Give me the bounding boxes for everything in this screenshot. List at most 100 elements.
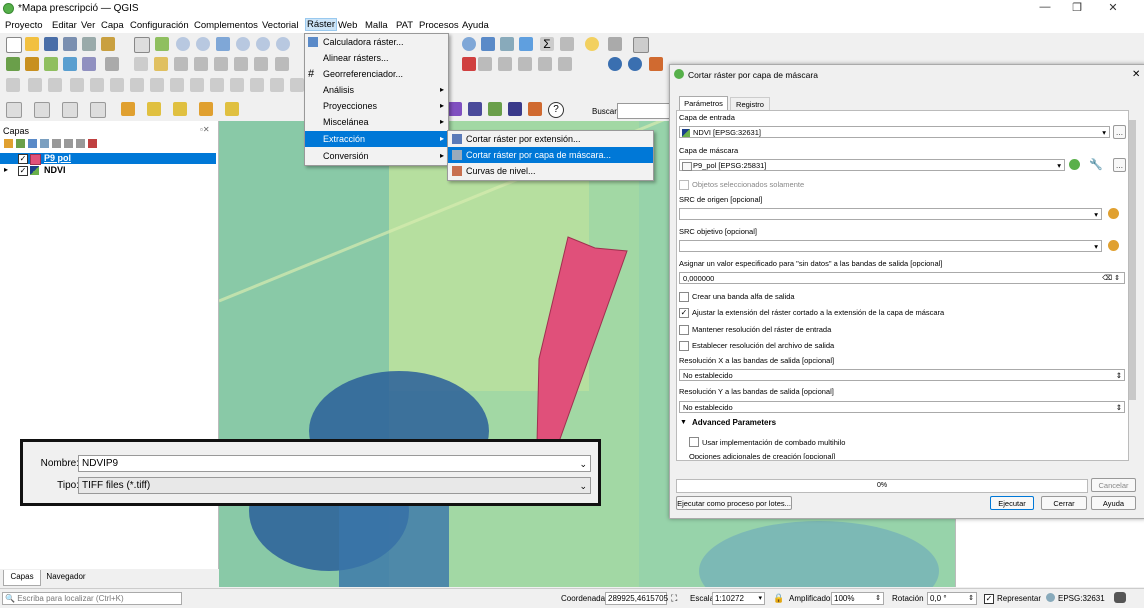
lock-icon[interactable]: 🔒 (773, 593, 784, 604)
identify-icon[interactable] (462, 37, 476, 51)
menu-ayuda[interactable]: Ayuda (462, 20, 489, 31)
new-project-icon[interactable] (6, 37, 22, 53)
search-input[interactable] (617, 103, 671, 119)
layer-visibility-checkbox[interactable]: ✓ (18, 166, 28, 176)
res-y-input[interactable]: No establecido ⇕ (679, 401, 1125, 413)
shape-digitize-icon-8[interactable] (210, 78, 224, 92)
shape-digitize-icon-10[interactable] (250, 78, 264, 92)
zoom-selection-icon[interactable] (236, 37, 250, 51)
map-tips-icon[interactable] (608, 37, 622, 51)
src-origin-select[interactable]: ▾ (679, 208, 1102, 220)
deselect-all-icon[interactable] (90, 102, 106, 118)
field-calc-icon[interactable] (500, 37, 514, 51)
layer-visibility-checkbox[interactable]: ✓ (18, 154, 28, 164)
label-tool-icon-3[interactable] (199, 102, 213, 116)
render-checkbox[interactable]: ✓ (984, 594, 994, 604)
dialog-close-icon[interactable]: ✕ (1132, 69, 1140, 80)
label-tool-icon-2[interactable] (173, 102, 187, 116)
help-icon[interactable]: ? (548, 102, 564, 118)
new-layer-icon[interactable] (25, 57, 39, 71)
help-button[interactable]: Ayuda (1091, 496, 1136, 510)
toggle-edit-icon[interactable] (154, 57, 168, 71)
zoom-layer-icon[interactable] (256, 37, 270, 51)
menu-item-analysis[interactable]: Análisis ▸ (305, 82, 448, 98)
expand-arrow-icon[interactable]: ▸ (4, 165, 8, 174)
menu-item-conversion[interactable]: Conversión ▸ (305, 148, 448, 164)
menu-ver[interactable]: Ver (81, 20, 95, 31)
delete-feature-icon[interactable] (234, 57, 248, 71)
crs-label[interactable]: EPSG:32631 (1058, 594, 1105, 603)
menu-item-align-rasters[interactable]: Alinear rásters... (305, 50, 448, 66)
snap-icon-2[interactable] (28, 78, 42, 92)
collapse-triangle-icon[interactable]: ▼ (680, 419, 687, 426)
cancel-button[interactable]: Cancelar (1091, 478, 1136, 492)
zoom-full-icon[interactable] (216, 37, 230, 51)
multithread-checkbox[interactable] (689, 437, 699, 447)
menu-item-georeferencer[interactable]: # Georreferenciador... (305, 66, 448, 82)
statistics-icon[interactable]: Σ (540, 37, 554, 51)
advanced-digitize-icon-3[interactable] (538, 57, 552, 71)
open-style-icon[interactable] (4, 139, 13, 148)
set-resolution-checkbox[interactable] (679, 341, 689, 351)
res-x-input[interactable]: No establecido ⇕ (679, 369, 1125, 381)
spinbox-arrows-icon[interactable]: ⌫ ⇕ (1102, 273, 1120, 285)
collapse-all-icon[interactable] (76, 139, 85, 148)
shape-digitize-icon-1[interactable] (70, 78, 84, 92)
remove-layer-icon[interactable] (88, 139, 97, 148)
adjust-extent-checkbox[interactable]: ✓ (679, 308, 689, 318)
expand-all-icon[interactable] (64, 139, 73, 148)
menu-item-projections[interactable]: Proyecciones ▸ (305, 98, 448, 114)
shape-digitize-icon-9[interactable] (230, 78, 244, 92)
advanced-digitize-icon-2[interactable] (518, 57, 532, 71)
alpha-band-checkbox[interactable] (679, 292, 689, 302)
text-annotation-icon[interactable] (633, 37, 649, 53)
panel-float-close-icon[interactable]: ▫✕ (200, 125, 210, 134)
snap-icon-1[interactable] (6, 78, 20, 92)
zoom-native-icon[interactable] (276, 37, 290, 51)
deselect-icon[interactable] (478, 57, 492, 71)
menu-item-extraction[interactable]: Extracción ▸ (305, 131, 448, 147)
menu-proyecto[interactable]: Proyecto (5, 20, 43, 31)
menu-malla[interactable]: Malla (365, 20, 388, 31)
spinbox-arrows-icon[interactable]: ⇕ (1116, 402, 1122, 414)
crs-globe-icon[interactable] (1046, 593, 1055, 602)
style-manager-icon[interactable] (101, 37, 115, 51)
select-icon[interactable] (462, 57, 476, 71)
shape-digitize-icon-12[interactable] (290, 78, 304, 92)
keep-resolution-checkbox[interactable] (679, 325, 689, 335)
shape-digitize-icon-6[interactable] (170, 78, 184, 92)
tab-parametros[interactable]: Parámetros (679, 96, 728, 111)
file-name-input[interactable]: NDVIP9 ⌄ (78, 455, 591, 472)
iterate-icon[interactable] (1069, 159, 1080, 170)
cut-feature-icon[interactable] (254, 57, 268, 71)
add-db-icon[interactable] (82, 57, 96, 71)
annotation-icon[interactable] (585, 37, 599, 51)
shape-digitize-icon-2[interactable] (90, 78, 104, 92)
menu-item-contours[interactable]: Curvas de nivel... (448, 163, 653, 179)
layer-row-p9-pol[interactable]: ✓ P9 pol (0, 153, 216, 165)
scrollbar-thumb[interactable] (1129, 120, 1136, 400)
menu-item-raster-calculator[interactable]: Calculadora ráster... (305, 34, 448, 50)
wrench-icon[interactable]: 🔧 (1089, 158, 1103, 171)
save-as-icon[interactable] (63, 37, 77, 51)
shape-digitize-icon-3[interactable] (110, 78, 124, 92)
magnifier-field[interactable]: 100% ⇕ (831, 592, 884, 605)
shape-digitize-icon-7[interactable] (190, 78, 204, 92)
menu-vectorial[interactable]: Vectorial (262, 20, 298, 31)
vertex-tool-icon[interactable] (214, 57, 228, 71)
select-value-icon[interactable] (34, 102, 50, 118)
scale-field[interactable]: 1:10272 ▾ (712, 592, 765, 605)
menu-web[interactable]: Web (338, 20, 357, 31)
label-tool-icon-4[interactable] (225, 102, 239, 116)
gdal-tool-icon-2[interactable] (468, 102, 482, 116)
minimize-button[interactable]: — (1030, 1, 1060, 17)
add-vector-icon[interactable] (44, 57, 58, 71)
menu-item-misc[interactable]: Miscelánea ▸ (305, 114, 448, 130)
menu-complementos[interactable]: Complementos (194, 20, 258, 31)
measure-icon[interactable] (560, 37, 574, 51)
menu-capa[interactable]: Capa (101, 20, 124, 31)
menu-procesos[interactable]: Procesos (419, 20, 459, 31)
data-source-manager-icon[interactable] (6, 57, 20, 71)
print-layout-icon[interactable] (82, 37, 96, 51)
mask-layer-select[interactable]: P9_pol [EPSG:25831] ▾ (679, 159, 1065, 171)
